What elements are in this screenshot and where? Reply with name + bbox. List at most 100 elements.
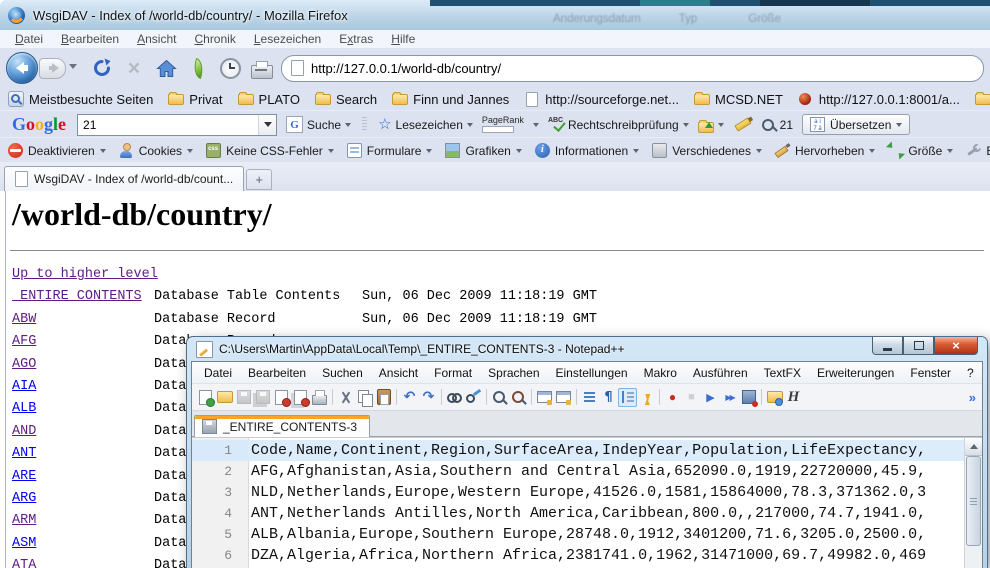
reload-button[interactable] xyxy=(89,53,115,83)
menu-item[interactable]: Format xyxy=(426,366,480,380)
autofill-button[interactable] xyxy=(698,118,724,132)
bookmark-item[interactable]: Finn und Jannes xyxy=(392,91,509,107)
history-button[interactable] xyxy=(217,53,243,83)
minimize-button[interactable] xyxy=(872,337,903,355)
menu-item[interactable]: Fenster xyxy=(902,366,959,380)
stop-button[interactable]: × xyxy=(121,53,147,83)
menu-item[interactable]: TextFX xyxy=(756,366,809,380)
toolbar-icon[interactable] xyxy=(332,389,333,405)
file-link[interactable]: AND xyxy=(12,421,154,443)
toolbar-icon[interactable] xyxy=(765,388,784,407)
file-link[interactable]: AGO xyxy=(12,354,154,376)
spellcheck-button[interactable]: ABC Rechtschreibprüfung xyxy=(548,117,689,132)
highlighter-icon[interactable] xyxy=(734,117,751,131)
translate-button[interactable]: Übersetzen xyxy=(802,114,910,135)
toolbar-icon[interactable] xyxy=(554,388,573,407)
editor-line[interactable]: 4ANT,Netherlands Antilles,North America,… xyxy=(192,503,965,524)
file-link[interactable]: ALB xyxy=(12,398,154,420)
toolbar-icon[interactable] xyxy=(336,388,355,407)
menu-item[interactable]: Sprachen xyxy=(480,366,547,380)
new-tab-button[interactable]: + xyxy=(246,169,272,190)
line-text[interactable]: ANT,Netherlands Antilles,North America,C… xyxy=(248,503,965,524)
file-link[interactable]: ASM xyxy=(12,533,154,555)
editor-line[interactable]: 2AFG,Afghanistan,Asia,Southern and Centr… xyxy=(192,461,965,482)
page-tab[interactable]: WsgiDAV - Index of /world-db/count... xyxy=(4,166,244,191)
line-text[interactable]: DZA,Algeria,Africa,Northern Africa,23817… xyxy=(248,545,965,566)
file-link[interactable]: ARE xyxy=(12,466,154,488)
sage-feed-button[interactable] xyxy=(185,53,211,83)
pagerank-indicator[interactable]: PageRank xyxy=(482,116,524,133)
menu-item[interactable]: Bearbeiten xyxy=(52,32,128,46)
menu-item[interactable]: Hilfe xyxy=(382,32,424,46)
webdev-item[interactable]: Deaktivieren xyxy=(8,143,106,158)
line-text[interactable]: AFG,Afghanistan,Asia,Southern and Centra… xyxy=(248,461,965,482)
toolbar-icon[interactable] xyxy=(291,388,310,407)
menu-item[interactable]: Einstellungen xyxy=(548,366,636,380)
editor-line[interactable]: 6DZA,Algeria,Africa,Northern Africa,2381… xyxy=(192,545,965,566)
toolbar-icon[interactable] xyxy=(215,388,234,407)
toolbar-icon[interactable] xyxy=(580,388,599,407)
toolbar-icon[interactable] xyxy=(310,388,329,407)
toolbar-icon[interactable] xyxy=(659,389,660,405)
search-dropdown-button[interactable] xyxy=(258,115,276,135)
toolbar-icon[interactable] xyxy=(445,388,464,407)
bookmark-item[interactable]: PLATO xyxy=(238,91,300,107)
toolbar-icon[interactable] xyxy=(441,389,442,405)
file-link[interactable]: ANT xyxy=(12,443,154,465)
webdev-item[interactable]: Cookies xyxy=(119,143,193,158)
toolbar-icon[interactable] xyxy=(682,388,701,407)
forward-button[interactable] xyxy=(39,58,66,79)
notepad-title-bar[interactable]: C:\Users\Martin\AppData\Local\Temp\_ENTI… xyxy=(187,337,987,361)
menu-item[interactable]: Ansicht xyxy=(371,366,426,380)
editor-line[interactable]: 1Code,Name,Continent,Region,SurfaceArea,… xyxy=(192,440,965,461)
google-search-input[interactable] xyxy=(78,118,258,132)
bookmark-item[interactable]: Search xyxy=(315,91,377,107)
toolbar-icon[interactable] xyxy=(663,388,682,407)
close-button[interactable]: × xyxy=(934,337,978,355)
editor-line[interactable]: 5ALB,Albania,Europe,Southern Europe,2874… xyxy=(192,524,965,545)
menu-item[interactable]: Ansicht xyxy=(128,32,185,46)
toolbar-icon[interactable] xyxy=(784,388,803,407)
file-link[interactable]: _ENTIRE_CONTENTS xyxy=(12,286,154,308)
toolbar-icon[interactable] xyxy=(701,388,720,407)
toolbar-icon[interactable] xyxy=(396,389,397,405)
menu-item[interactable]: Datei xyxy=(6,32,52,46)
bookmark-item[interactable]: http://sourceforge.net... xyxy=(524,91,679,107)
toolbar-icon[interactable] xyxy=(234,388,253,407)
menu-item[interactable]: Suchen xyxy=(314,366,371,380)
bookmark-item[interactable]: http://127.0.0.1:8001/a... xyxy=(798,91,960,107)
editor-tab[interactable]: _ENTIRE_CONTENTS-3 xyxy=(194,415,370,437)
toolbar-icon[interactable] xyxy=(272,388,291,407)
toolbar-icon[interactable] xyxy=(531,389,532,405)
line-text[interactable]: Code,Name,Continent,Region,SurfaceArea,I… xyxy=(248,440,965,461)
webdev-item[interactable]: Grafiken xyxy=(445,143,521,158)
back-button[interactable] xyxy=(6,52,38,84)
close-document-x[interactable]: X xyxy=(982,366,990,380)
toolbar-icon[interactable] xyxy=(253,388,272,407)
webdev-item[interactable]: Informationen xyxy=(535,143,639,158)
toolbar-icon[interactable] xyxy=(599,388,618,407)
toolbar-icon[interactable] xyxy=(576,389,577,405)
menu-item[interactable]: Lesezeichen xyxy=(245,32,330,46)
home-button[interactable] xyxy=(153,53,179,83)
menu-item[interactable]: Bearbeiten xyxy=(240,366,314,380)
toolbar-icon[interactable] xyxy=(486,389,487,405)
toolbar-icon[interactable] xyxy=(490,388,509,407)
toolbar-icon[interactable] xyxy=(618,388,637,407)
menu-item[interactable]: Ausführen xyxy=(685,366,756,380)
webdev-item[interactable]: Extras xyxy=(966,143,990,158)
file-link[interactable]: ARM xyxy=(12,510,154,532)
webdev-item[interactable]: Hervorheben xyxy=(775,143,875,158)
url-input[interactable] xyxy=(311,61,974,76)
bookmark-item[interactable]: Meistbesuchte Seiten xyxy=(8,91,153,107)
webdev-item[interactable]: Verschiedenes xyxy=(652,143,762,158)
chevron-down-icon[interactable] xyxy=(533,123,539,130)
scroll-thumb[interactable] xyxy=(966,456,981,546)
google-search-button[interactable]: G Suche xyxy=(286,116,351,133)
toolbar-icon[interactable] xyxy=(535,388,554,407)
maximize-button[interactable] xyxy=(903,337,934,355)
up-link[interactable]: Up to higher level xyxy=(12,267,158,282)
history-dropdown-icon[interactable] xyxy=(69,64,77,73)
toolbar-icon[interactable] xyxy=(739,388,758,407)
file-link[interactable]: ABW xyxy=(12,309,154,331)
